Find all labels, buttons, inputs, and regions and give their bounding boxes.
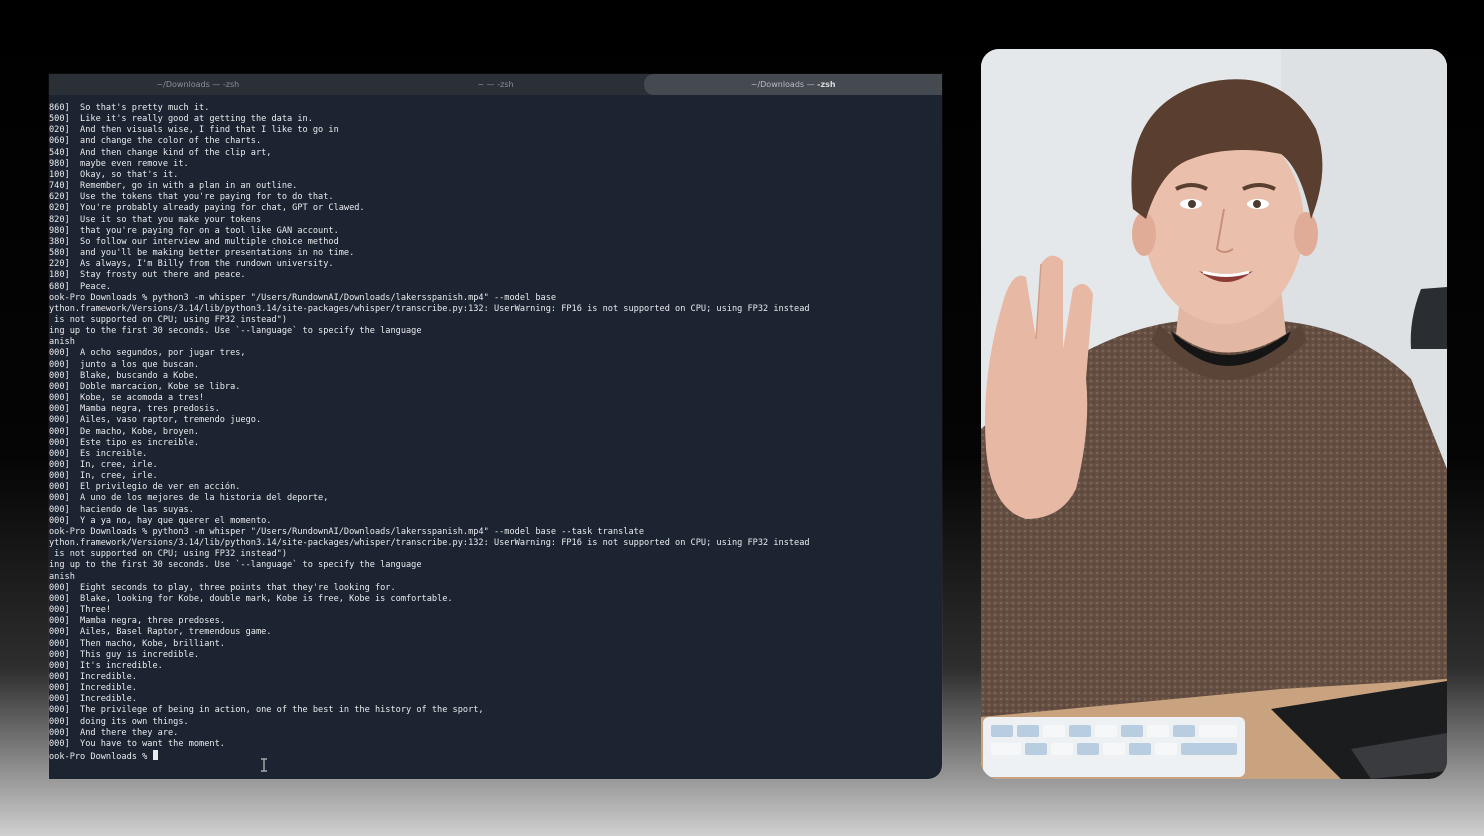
terminal-prompt-line[interactable]: ook-Pro Downloads % — [49, 750, 942, 763]
terminal-line: 000] It's incredible. — [49, 660, 163, 671]
terminal-line: 500] Like it's really good at getting th… — [49, 114, 313, 125]
terminal-line: 000] And there they are. — [49, 727, 179, 738]
terminal-line: 620] Use the tokens that you're paying f… — [49, 192, 334, 203]
terminal-line: ook-Pro Downloads % python3 -m whisper "… — [49, 292, 557, 303]
terminal-line: 180] Stay frosty out there and peace. — [49, 270, 246, 281]
terminal-line: ook-Pro Downloads % python3 -m whisper "… — [49, 526, 644, 537]
presenter-video-image — [981, 49, 1447, 779]
terminal-line: 000] In, cree, irle. — [49, 460, 158, 470]
terminal-line: 000] Blake, buscando a Kobe. — [49, 370, 200, 381]
terminal-line: 000] De macho, Kobe, broyen. — [49, 426, 200, 437]
tab-title-path: ~/Downloads — — [750, 80, 818, 89]
terminal-line: 580] and you'll be making better present… — [49, 248, 355, 259]
terminal-line: 740] Remember, go in with a plan in an o… — [49, 181, 298, 192]
ibeam-cursor-icon — [261, 758, 267, 772]
terminal-line: 000] haciendo de las suyas. — [49, 504, 194, 515]
terminal-output[interactable]: 860] So that's pretty much it. 500] Like … — [49, 103, 942, 773]
terminal-line: 000] Y a ya no, hay que querer el moment… — [49, 515, 272, 526]
terminal-line: ing up to the first 30 seconds. Use `--l… — [49, 560, 422, 571]
terminal-line: anish — [49, 571, 75, 582]
tab-title-shell: -zsh — [817, 80, 836, 89]
shell-prompt: ook-Pro Downloads % — [49, 752, 153, 763]
terminal-line: is not supported on CPU; using FP32 inst… — [49, 314, 287, 325]
terminal-line: 220] As always, I'm Billy from the rundo… — [49, 259, 334, 270]
terminal-line: 000] Three! — [49, 605, 112, 616]
terminal-line: is not supported on CPU; using FP32 inst… — [49, 549, 287, 560]
tab-downloads-zsh-1[interactable]: ~/Downloads — -zsh — [49, 74, 347, 95]
terminal-line: 020] And then visuals wise, I find that … — [49, 125, 339, 136]
terminal-line: 000] Blake, looking for Kobe, double mar… — [49, 593, 453, 604]
terminal-line: ing up to the first 30 seconds. Use `--l… — [49, 326, 422, 337]
terminal-line: 000] junto a los que buscan. — [49, 359, 200, 370]
terminal-line: 000] Incredible. — [49, 694, 137, 705]
terminal-tab-bar: ~/Downloads — -zsh ~ — -zsh ~/Downloads … — [49, 74, 942, 95]
terminal-line: ython.framework/Versions/3.14/lib/python… — [49, 303, 810, 314]
terminal-line: 000] Este tipo es increible. — [49, 437, 200, 448]
terminal-line: 020] You're probably already paying for … — [49, 203, 365, 214]
tab-home-zsh[interactable]: ~ — -zsh — [347, 74, 645, 95]
terminal-line: anish — [49, 337, 75, 348]
webcam-video-feed — [981, 49, 1447, 779]
tab-downloads-zsh-active[interactable]: ~/Downloads — -zsh — [644, 74, 942, 95]
terminal-line: 680] Peace. — [49, 281, 112, 292]
terminal-line: 000] In, cree, irle. — [49, 471, 158, 482]
terminal-line: 000] You have to want the moment. — [49, 738, 225, 749]
terminal-line: 000] Ailes, Basel Raptor, tremendous gam… — [49, 627, 272, 638]
text-cursor — [153, 750, 159, 761]
terminal-line: 000] This guy is incredible. — [49, 649, 200, 660]
terminal-window[interactable]: ~/Downloads — -zsh ~ — -zsh ~/Downloads … — [49, 74, 942, 779]
terminal-line: 060] and change the color of the charts. — [49, 136, 262, 147]
terminal-line: 000] El privilegio de ver en acción. — [49, 482, 241, 493]
terminal-line: 000] doing its own things. — [49, 716, 189, 727]
terminal-line: 000] The privilege of being in action, o… — [49, 705, 484, 716]
terminal-line: 000] Eight seconds to play, three points… — [49, 582, 396, 593]
terminal-line: 380] So follow our interview and multipl… — [49, 236, 339, 247]
terminal-line: 540] And then change kind of the clip ar… — [49, 147, 272, 158]
terminal-line: 860] So that's pretty much it. — [49, 103, 210, 113]
terminal-line: 000] A uno de los mejores de la historia… — [49, 493, 329, 504]
terminal-line: 000] Doble marcacion, Kobe se libra. — [49, 381, 241, 392]
terminal-line: 000] Kobe, se acomoda a tres! — [49, 393, 205, 404]
terminal-line: 000] Incredible. — [49, 683, 137, 694]
terminal-line: 000] Ailes, vaso raptor, tremendo juego. — [49, 415, 262, 426]
terminal-line: 100] Okay, so that's it. — [49, 169, 179, 180]
terminal-line: 000] Then macho, Kobe, brilliant. — [49, 638, 225, 649]
terminal-line: 000] Es increible. — [49, 448, 148, 459]
terminal-line: ython.framework/Versions/3.14/lib/python… — [49, 538, 810, 549]
terminal-line: 000] A ocho segundos, por jugar tres, — [49, 348, 246, 359]
terminal-line: 980] that you're paying for on a tool li… — [49, 225, 339, 236]
terminal-line: 980] maybe even remove it. — [49, 158, 189, 169]
terminal-line: 820] Use it so that you make your tokens — [49, 214, 262, 225]
terminal-line: 000] Incredible. — [49, 671, 137, 682]
terminal-line: 000] Mamba negra, tres predosis. — [49, 404, 220, 415]
terminal-line: 000] Mamba negra, three predoses. — [49, 616, 225, 627]
